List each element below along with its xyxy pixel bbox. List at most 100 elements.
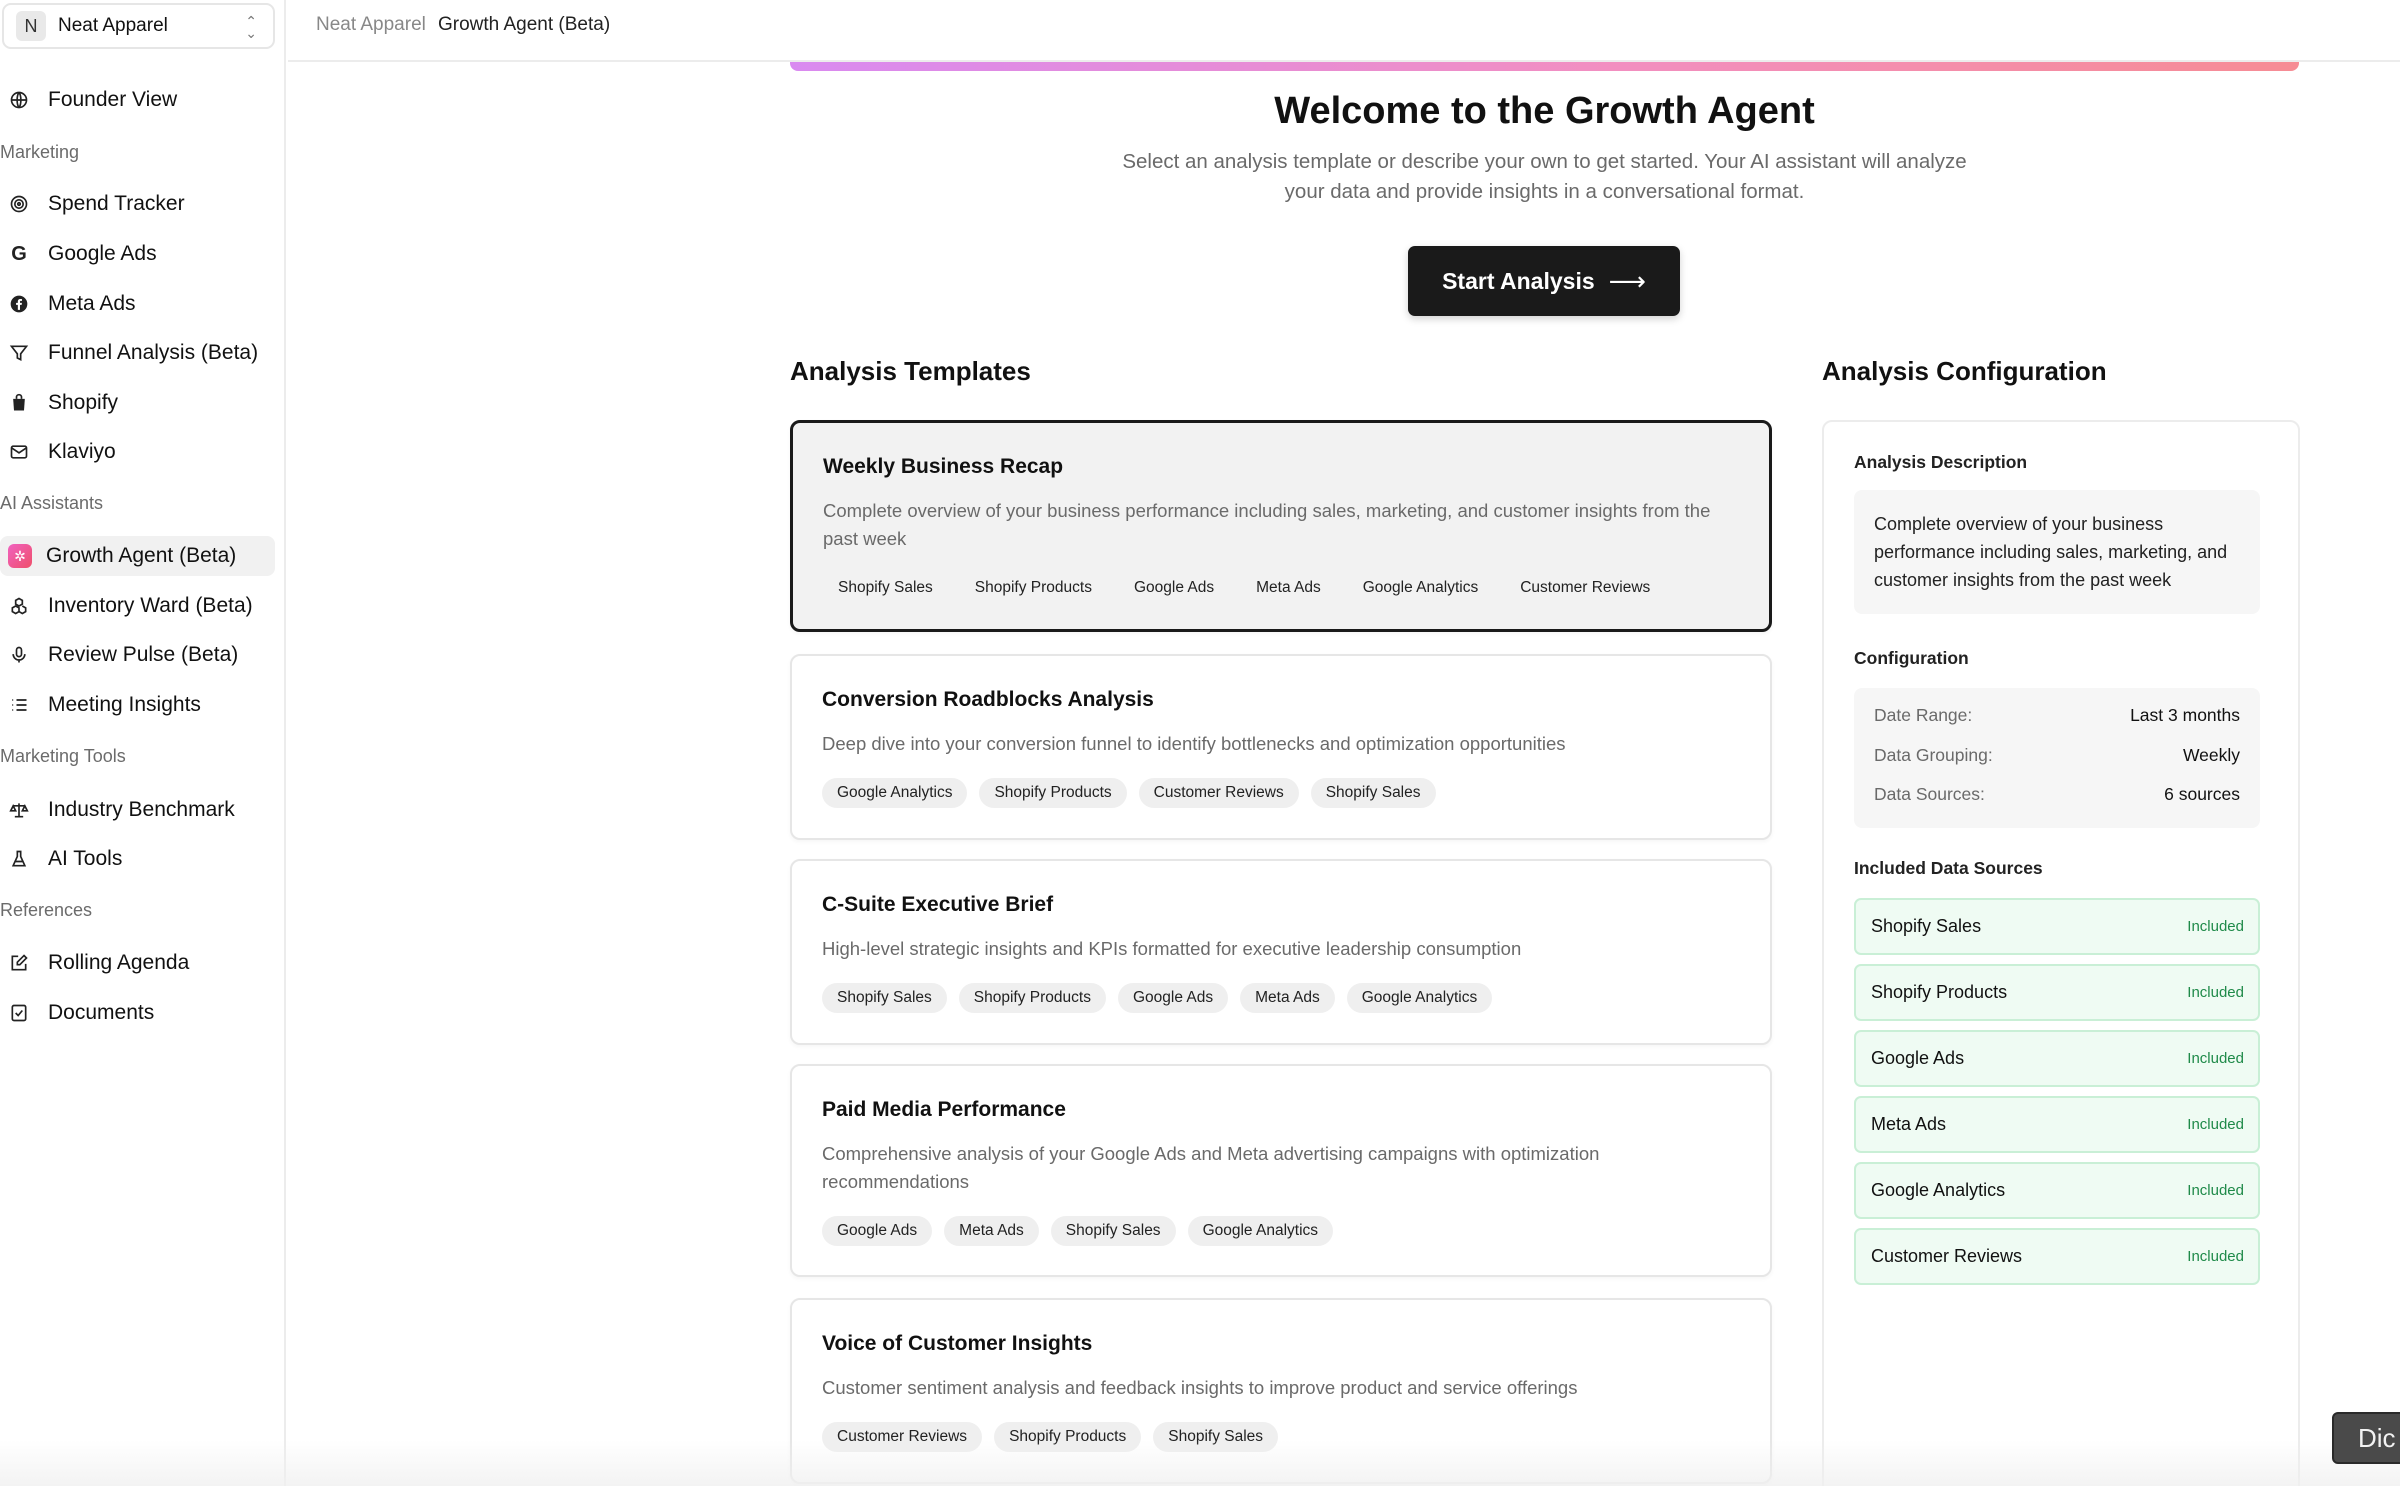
sidebar-item-documents[interactable]: Documents	[0, 993, 275, 1033]
page-title: Welcome to the Growth Agent	[1274, 90, 1815, 132]
source-tag: Shopify Sales	[1153, 1422, 1279, 1452]
sidebar-item-label: Spend Tracker	[48, 192, 185, 215]
sidebar-item-spend-tracker[interactable]: Spend Tracker	[0, 184, 275, 224]
template-card-weekly-business-recap[interactable]: Weekly Business Recap Complete overview …	[790, 420, 1772, 632]
included-badge: Included	[2187, 1248, 2244, 1265]
facebook-icon	[8, 293, 30, 315]
source-tag: Shopify Sales	[1050, 1216, 1176, 1246]
sidebar-item-label: Meta Ads	[48, 292, 136, 315]
source-tag: Customer Reviews	[822, 1422, 983, 1452]
data-source-name: Meta Ads	[1871, 1114, 1947, 1134]
globe-icon	[8, 89, 30, 111]
config-key: Data Grouping:	[1874, 744, 1993, 765]
sidebar-item-founder-view[interactable]: Founder View	[0, 80, 275, 120]
included-badge: Included	[2187, 918, 2244, 935]
start-analysis-button[interactable]: Start Analysis ⟶	[1408, 246, 1680, 316]
scale-icon	[8, 799, 30, 821]
config-value: 6 sources	[2164, 783, 2240, 804]
sidebar-item-shopify[interactable]: Shopify	[0, 383, 275, 423]
sidebar-item-inventory-ward[interactable]: Inventory Ward (Beta)	[0, 586, 275, 626]
template-title: Paid Media Performance	[822, 1098, 1066, 1121]
data-source-name: Customer Reviews	[1871, 1246, 2023, 1266]
breadcrumb-parent[interactable]: Neat Apparel	[316, 14, 426, 36]
source-tag: Meta Ads	[1240, 983, 1335, 1013]
data-source-name: Google Ads	[1871, 1048, 1965, 1068]
source-tag: Shopify Products	[958, 983, 1106, 1013]
data-source-name: Shopify Sales	[1871, 916, 1982, 936]
template-card-c-suite-brief[interactable]: C-Suite Executive Brief High-level strat…	[790, 859, 1772, 1045]
template-tags: Google Analytics Shopify Products Custom…	[822, 778, 1436, 808]
source-tag: Shopify Products	[994, 1422, 1142, 1452]
template-description: Comprehensive analysis of your Google Ad…	[822, 1143, 1600, 1192]
top-bar: Neat Apparel Growth Agent (Beta)	[288, 0, 2400, 62]
config-key: Data Sources:	[1874, 783, 1985, 804]
sparkle-icon: ✲	[8, 544, 32, 568]
sidebar-item-growth-agent[interactable]: ✲ Growth Agent (Beta)	[0, 536, 275, 576]
list-icon	[8, 694, 30, 716]
sidebar-item-industry-benchmark[interactable]: Industry Benchmark	[0, 790, 275, 830]
sidebar-item-funnel-analysis[interactable]: Funnel Analysis (Beta)	[0, 333, 275, 373]
source-tag: Meta Ads	[944, 1216, 1039, 1246]
sidebar-item-label: Inventory Ward (Beta)	[48, 594, 253, 617]
flask-icon	[8, 848, 30, 870]
source-tag: Shopify Sales	[1310, 778, 1436, 808]
data-source-name: Shopify Products	[1871, 982, 2008, 1002]
section-label-marketing: Marketing	[0, 142, 80, 162]
dictate-button[interactable]: Dic	[2332, 1412, 2400, 1464]
source-tag: Meta Ads	[1256, 579, 1321, 596]
source-tag: Customer Reviews	[1138, 778, 1299, 808]
source-tag: Google Analytics	[1346, 983, 1493, 1013]
sidebar-item-label: Klaviyo	[48, 440, 116, 463]
sidebar-item-review-pulse[interactable]: Review Pulse (Beta)	[0, 635, 275, 675]
sidebar-item-klaviyo[interactable]: Klaviyo	[0, 432, 275, 472]
org-switcher[interactable]: N Neat Apparel ⌃ ⌄	[2, 3, 275, 49]
arrow-right-icon: ⟶	[1608, 265, 1646, 296]
included-badge: Included	[2187, 1116, 2244, 1133]
sidebar-item-rolling-agenda[interactable]: Rolling Agenda	[0, 943, 275, 983]
data-source-row: Google Analytics Included	[1854, 1162, 2260, 1219]
sidebar-item-label: Meeting Insights	[48, 693, 201, 716]
target-icon	[8, 193, 30, 215]
org-avatar: N	[16, 11, 46, 41]
sidebar-item-label: Growth Agent (Beta)	[46, 544, 237, 567]
source-tag: Google Ads	[1133, 579, 1215, 596]
description-label: Analysis Description	[1854, 452, 2028, 472]
start-analysis-label: Start Analysis	[1442, 267, 1595, 294]
sidebar-item-label: Rolling Agenda	[48, 951, 190, 974]
source-tag: Google Ads	[822, 1216, 933, 1246]
included-badge: Included	[2187, 984, 2244, 1001]
sidebar-item-meeting-insights[interactable]: Meeting Insights	[0, 685, 275, 725]
template-tags: Shopify Sales Shopify Products Google Ad…	[823, 573, 1665, 603]
analysis-description: Complete overview of your business perfo…	[1854, 490, 2260, 614]
config-label: Configuration	[1854, 648, 1969, 668]
edit-note-icon	[8, 952, 30, 974]
template-description: Complete overview of your business perfo…	[823, 500, 1711, 549]
template-tags: Google Ads Meta Ads Shopify Sales Google…	[822, 1216, 1334, 1246]
chevron-up-down-icon: ⌃ ⌄	[245, 13, 257, 41]
google-icon: G	[11, 242, 27, 265]
section-label-references: References	[0, 900, 93, 920]
sidebar-item-google-ads[interactable]: G Google Ads	[0, 234, 275, 274]
template-card-voice-of-customer[interactable]: Voice of Customer Insights Customer sent…	[790, 1298, 1772, 1484]
template-description: Deep dive into your conversion funnel to…	[822, 733, 1566, 754]
template-description: High-level strategic insights and KPIs f…	[822, 938, 1522, 959]
sidebar-item-meta-ads[interactable]: Meta Ads	[0, 284, 275, 324]
templates-heading: Analysis Templates	[790, 356, 1031, 386]
sources-label: Included Data Sources	[1854, 858, 2043, 878]
template-card-paid-media-performance[interactable]: Paid Media Performance Comprehensive ana…	[790, 1064, 1772, 1277]
sidebar-item-ai-tools[interactable]: AI Tools	[0, 839, 275, 879]
funnel-icon	[8, 342, 30, 364]
data-source-row: Meta Ads Included	[1854, 1096, 2260, 1153]
source-tag: Customer Reviews	[1520, 579, 1651, 596]
section-label-ai-assistants: AI Assistants	[0, 493, 104, 513]
hero-gradient-bar	[790, 62, 2299, 71]
microphone-icon	[8, 644, 30, 666]
sidebar-item-label: Industry Benchmark	[48, 798, 235, 821]
template-tags: Customer Reviews Shopify Products Shopif…	[822, 1422, 1279, 1452]
template-card-conversion-roadblocks[interactable]: Conversion Roadblocks Analysis Deep dive…	[790, 654, 1772, 840]
config-row-data-grouping: Data Grouping: Weekly	[1874, 740, 2240, 770]
template-title: Conversion Roadblocks Analysis	[822, 688, 1154, 711]
included-badge: Included	[2187, 1050, 2244, 1067]
sidebar-item-label: Documents	[48, 1001, 155, 1024]
sidebar-item-label: Google Ads	[48, 242, 157, 265]
